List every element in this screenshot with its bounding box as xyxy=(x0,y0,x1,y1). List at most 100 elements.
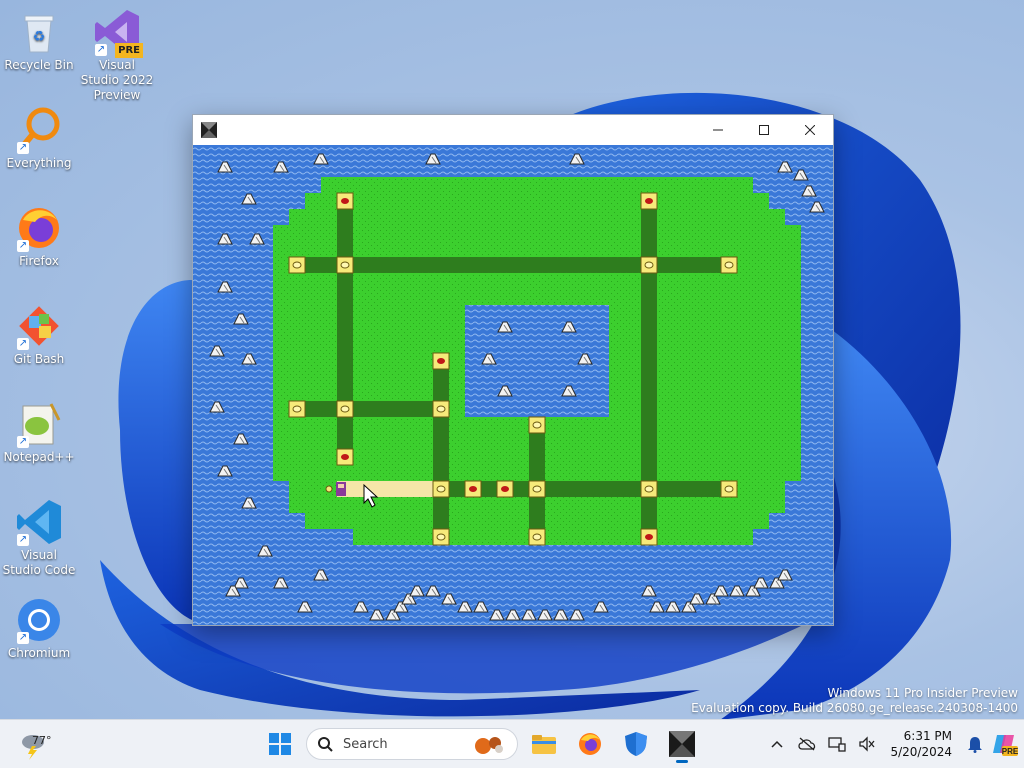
svg-text:♻: ♻ xyxy=(33,29,46,45)
recycle-bin-icon: ♻ xyxy=(15,8,63,56)
level-node[interactable] xyxy=(528,528,546,546)
level-node[interactable] xyxy=(640,256,658,274)
network-tray-button[interactable] xyxy=(822,729,852,759)
clock-time: 6:31 PM xyxy=(903,729,952,743)
level-node[interactable] xyxy=(528,480,546,498)
desktop-icon-notepad-plus-plus[interactable]: ↗ Notepad++ xyxy=(1,400,77,465)
desktop-icon-recycle-bin[interactable]: ♻ Recycle Bin xyxy=(1,8,77,73)
shortcut-arrow-icon: ↗ xyxy=(17,632,29,644)
level-node[interactable] xyxy=(640,192,658,210)
level-node[interactable] xyxy=(432,400,450,418)
bell-icon xyxy=(968,737,982,753)
start-icon xyxy=(269,733,291,755)
speaker-muted-icon xyxy=(859,736,875,752)
taskbar-file-explorer[interactable] xyxy=(524,724,564,764)
desktop-icon-visual-studio-2022-preview[interactable]: PRE ↗ Visual Studio 2022 Preview xyxy=(79,8,155,103)
desktop-icon-everything[interactable]: ↗ Everything xyxy=(1,106,77,171)
level-node[interactable] xyxy=(720,480,738,498)
git-bash-icon: ↗ xyxy=(15,302,63,350)
shortcut-arrow-icon: ↗ xyxy=(17,338,29,350)
file-explorer-icon xyxy=(532,735,556,754)
minimize-icon xyxy=(713,129,723,131)
maximize-icon xyxy=(759,125,769,135)
desktop-icon-visual-studio-code[interactable]: ↗ Visual Studio Code xyxy=(1,498,77,578)
chevron-up-icon xyxy=(771,740,783,748)
desktop-icon-git-bash[interactable]: ↗ Git Bash xyxy=(1,302,77,367)
taskbar: 77° Search 6:31 PM 5/20/2024 PRE xyxy=(0,719,1024,768)
close-button[interactable] xyxy=(787,115,833,145)
vscode-icon: ↗ xyxy=(15,498,63,546)
everything-magnifier-icon: ↗ xyxy=(15,106,63,154)
desktop-icon-label: Git Bash xyxy=(13,352,65,366)
taskbar-game-app[interactable] xyxy=(662,724,702,764)
taskbar-firefox[interactable] xyxy=(570,724,610,764)
level-node[interactable] xyxy=(336,448,354,466)
visited-path xyxy=(337,481,441,497)
search-icon xyxy=(318,737,333,752)
title-bar[interactable] xyxy=(193,115,833,145)
network-icon xyxy=(828,737,847,752)
start-button[interactable] xyxy=(260,724,300,764)
cloud-offline-icon xyxy=(798,737,816,751)
chromium-icon: ↗ xyxy=(15,596,63,644)
onedrive-tray-button[interactable] xyxy=(792,729,822,759)
shortcut-arrow-icon: ↗ xyxy=(95,44,107,56)
desktop-icon-label: Visual Studio Code xyxy=(2,548,76,577)
level-node[interactable] xyxy=(528,416,546,434)
desktop-icon-firefox[interactable]: ↗ Firefox xyxy=(1,204,77,269)
level-node[interactable] xyxy=(432,528,450,546)
notifications-button[interactable] xyxy=(960,729,990,759)
weather-temperature: 77° xyxy=(32,734,52,747)
minimize-button[interactable] xyxy=(695,115,741,145)
level-node[interactable] xyxy=(640,480,658,498)
firefox-icon: ↗ xyxy=(15,204,63,252)
system-tray: 6:31 PM 5/20/2024 PRE xyxy=(762,720,1024,768)
level-node[interactable] xyxy=(336,192,354,210)
level-node[interactable] xyxy=(432,352,450,370)
level-node[interactable] xyxy=(640,528,658,546)
shortcut-arrow-icon: ↗ xyxy=(17,142,29,154)
game-app-icon xyxy=(669,731,695,757)
level-node[interactable] xyxy=(336,256,354,274)
close-icon xyxy=(805,125,815,135)
taskbar-center: Search xyxy=(260,724,702,764)
taskbar-windows-security[interactable] xyxy=(616,724,656,764)
weather-widget[interactable]: 77° xyxy=(14,728,54,760)
shortcut-arrow-icon: ↗ xyxy=(17,240,29,252)
level-node[interactable] xyxy=(432,480,450,498)
copilot-button[interactable]: PRE xyxy=(990,729,1020,759)
desktop-icon-label: Recycle Bin xyxy=(4,58,74,72)
level-node[interactable] xyxy=(496,480,514,498)
app-icon xyxy=(201,122,217,138)
desktop-icon-label: Chromium xyxy=(7,646,71,660)
firefox-icon xyxy=(579,733,601,755)
visual-studio-icon: PRE ↗ xyxy=(93,8,143,58)
copilot-pre-badge: PRE xyxy=(1002,747,1018,756)
watermark-line-1: Windows 11 Pro Insider Preview xyxy=(827,686,1018,700)
search-placeholder: Search xyxy=(343,736,388,752)
maximize-button[interactable] xyxy=(741,115,787,145)
desktop-icon-label: Everything xyxy=(6,156,72,170)
level-node[interactable] xyxy=(464,480,482,498)
watermark-line-2: Evaluation copy. Build 26080.ge_release.… xyxy=(691,701,1018,715)
notepad-plus-plus-icon: ↗ xyxy=(15,400,63,448)
preview-badge: PRE xyxy=(115,43,143,58)
desktop-icon-label: Notepad++ xyxy=(3,450,75,464)
search-box[interactable]: Search xyxy=(306,728,518,760)
evaluation-watermark: Windows 11 Pro Insider Preview Evaluatio… xyxy=(691,686,1018,716)
shortcut-arrow-icon: ↗ xyxy=(17,534,29,546)
defender-icon xyxy=(625,732,647,756)
level-node[interactable] xyxy=(288,256,306,274)
show-hidden-icons-button[interactable] xyxy=(762,729,792,759)
volume-tray-button[interactable] xyxy=(852,729,882,759)
desktop-icon-label: Firefox xyxy=(19,254,59,268)
clock-date: 5/20/2024 xyxy=(890,745,952,759)
level-node[interactable] xyxy=(720,256,738,274)
game-window[interactable] xyxy=(192,114,834,626)
clock[interactable]: 6:31 PM 5/20/2024 xyxy=(890,728,952,760)
level-node[interactable] xyxy=(288,400,306,418)
desktop-icon-chromium[interactable]: ↗ Chromium xyxy=(1,596,77,661)
copilot-icon: PRE xyxy=(993,735,1018,756)
world-map-canvas[interactable] xyxy=(193,145,833,625)
level-node[interactable] xyxy=(336,400,354,418)
